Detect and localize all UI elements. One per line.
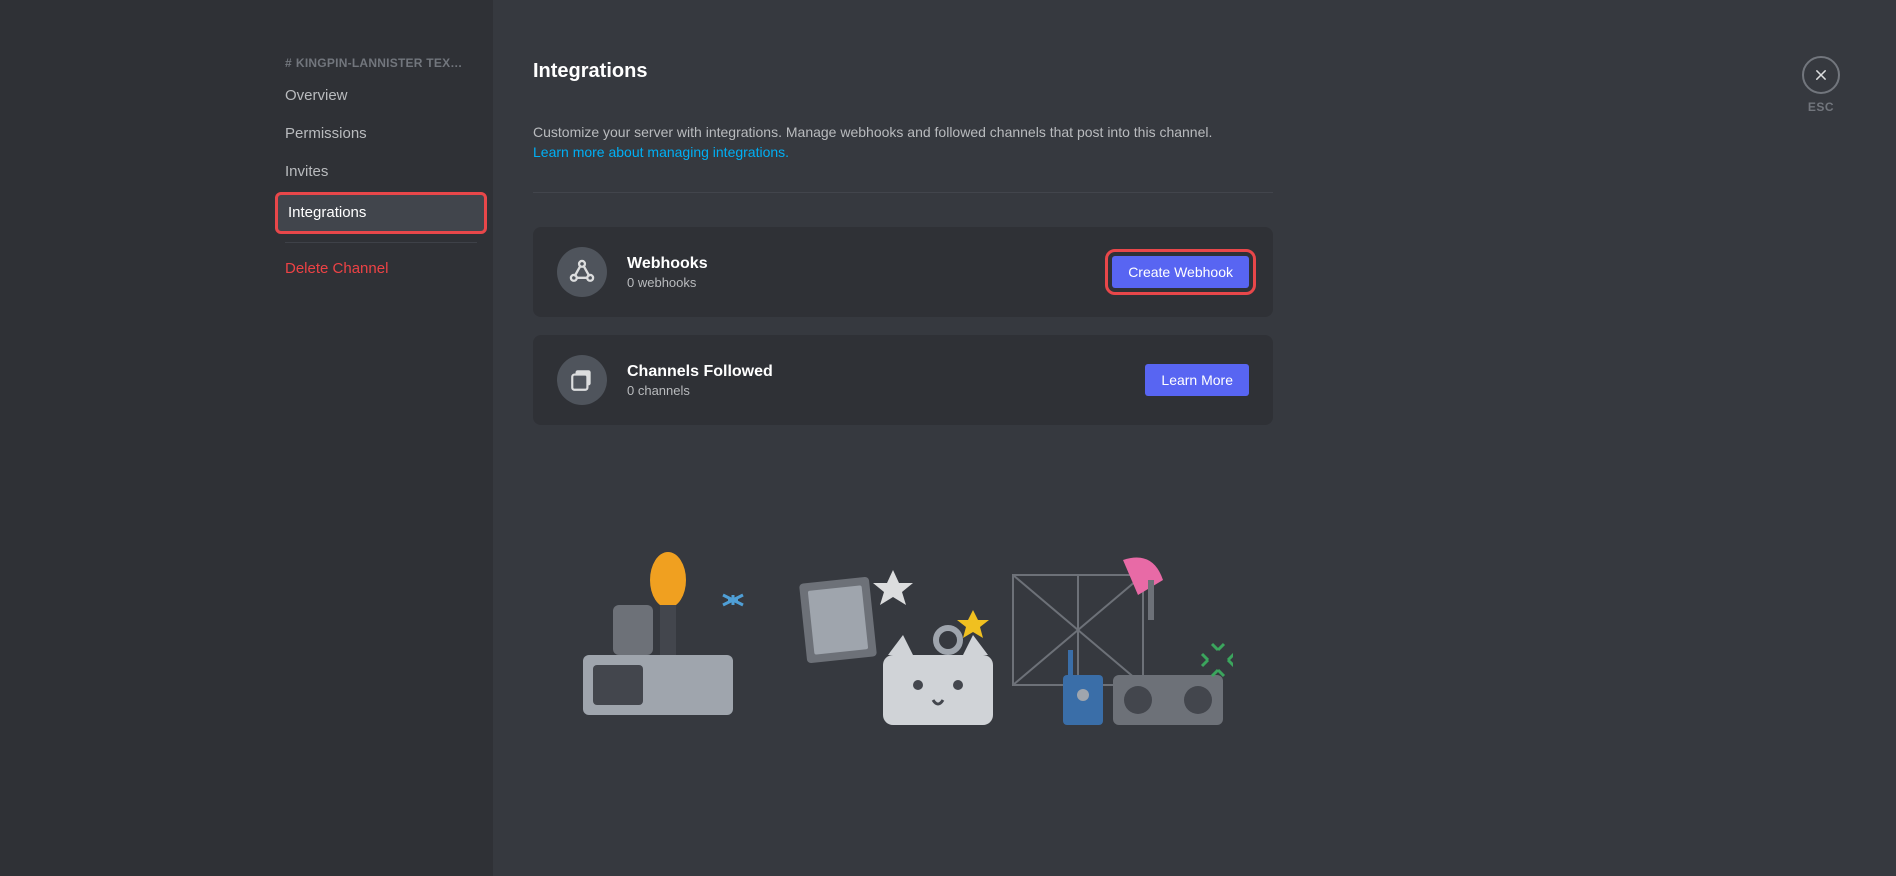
description-text: Customize your server with integrations.…	[533, 124, 1212, 140]
channel-name: KINGPIN-LANNISTER	[296, 56, 423, 70]
sidebar-item-integrations[interactable]: Integrations	[275, 192, 487, 234]
learn-more-link[interactable]: Learn more about managing integrations.	[533, 144, 789, 160]
sidebar-divider	[285, 242, 477, 243]
sidebar-item-permissions[interactable]: Permissions	[275, 116, 487, 152]
close-icon	[1802, 56, 1840, 94]
webhook-icon	[557, 247, 607, 297]
hash-icon: #	[285, 56, 292, 70]
settings-content: ESC Integrations Customize your server w…	[493, 0, 1896, 876]
channels-followed-card: Channels Followed 0 channels Learn More	[533, 335, 1273, 425]
close-button[interactable]: ESC	[1802, 56, 1840, 114]
channel-header: # KINGPIN-LANNISTER TEX…	[275, 56, 487, 78]
sidebar-item-delete-channel[interactable]: Delete Channel	[275, 251, 487, 287]
settings-sidebar: # KINGPIN-LANNISTER TEX… Overview Permiss…	[0, 0, 493, 876]
sidebar-item-label: Invites	[285, 163, 328, 180]
sidebar-item-label: Integrations	[288, 204, 366, 221]
sidebar-item-overview[interactable]: Overview	[275, 78, 487, 114]
sidebar-item-label: Delete Channel	[285, 260, 388, 277]
integrations-description: Customize your server with integrations.…	[533, 123, 1273, 162]
close-label: ESC	[1808, 100, 1834, 114]
sidebar-item-label: Overview	[285, 87, 348, 104]
webhooks-card: Webhooks 0 webhooks Create Webhook	[533, 227, 1273, 317]
channels-followed-icon	[557, 355, 607, 405]
sidebar-item-label: Permissions	[285, 125, 367, 142]
decorative-illustration	[533, 525, 1273, 725]
webhooks-count: 0 webhooks	[627, 275, 1112, 290]
create-webhook-button[interactable]: Create Webhook	[1112, 256, 1249, 288]
channels-followed-title: Channels Followed	[627, 363, 1145, 381]
webhooks-title: Webhooks	[627, 255, 1112, 273]
section-divider	[533, 192, 1273, 193]
channels-followed-count: 0 channels	[627, 383, 1145, 398]
learn-more-button[interactable]: Learn More	[1145, 364, 1249, 396]
channel-type-truncated: TEX…	[426, 56, 462, 70]
page-title: Integrations	[533, 60, 1273, 83]
sidebar-item-invites[interactable]: Invites	[275, 154, 487, 190]
